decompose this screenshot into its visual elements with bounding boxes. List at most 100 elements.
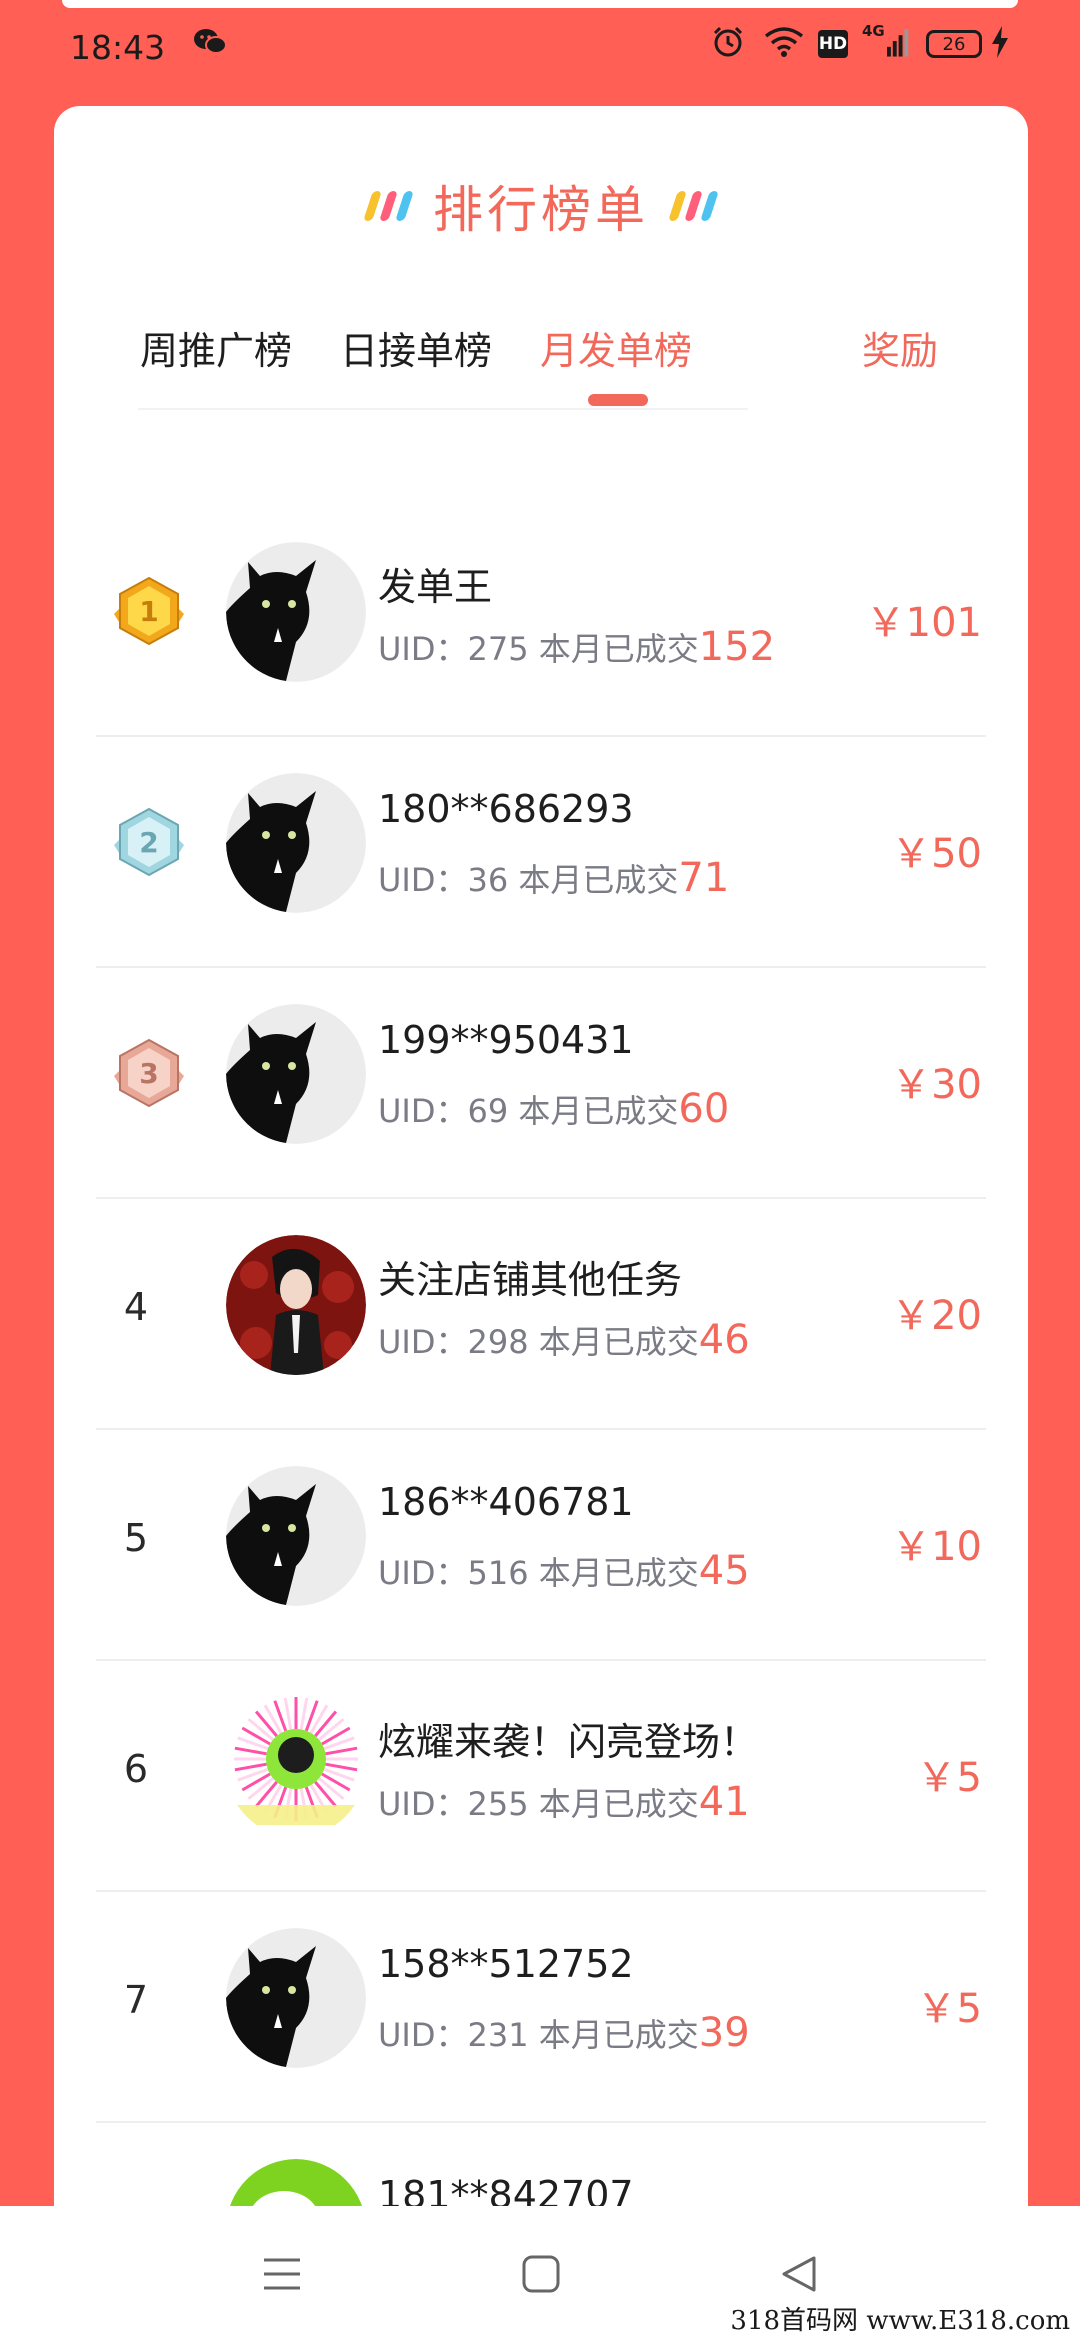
leaderboard-row[interactable]: 1 发单王 UID：275 本月已成交152 ￥101 [96, 506, 986, 737]
rank-number: 5 [123, 1516, 149, 1560]
uid-label: UID： [378, 861, 468, 899]
reward-amount: ￥101 [865, 600, 982, 646]
rank-number: 6 [123, 1747, 149, 1791]
uid-value: 275 [467, 630, 529, 668]
deals-label: 本月已成交 [528, 2016, 699, 2054]
wifi-icon [762, 22, 806, 62]
black-cat-avatar[interactable] [226, 542, 366, 682]
back-icon[interactable] [770, 2246, 826, 2302]
uid-value: 69 [467, 1092, 509, 1130]
leaderboard-row[interactable]: 2 180**686293 UID：36 本月已成交71 ￥50 [96, 737, 986, 968]
deals-label: 本月已成交 [508, 861, 679, 899]
deal-count: 41 [698, 1779, 750, 1825]
uid-value: 298 [467, 1323, 529, 1361]
uid-value: 255 [467, 1785, 529, 1823]
uid-label: UID： [378, 630, 468, 668]
page-title: 排行榜单 [433, 181, 649, 239]
user-stats: UID：36 本月已成交71 [378, 855, 729, 901]
svg-text:3: 3 [139, 1057, 158, 1090]
user-name: 180**686293 [378, 787, 634, 831]
leaderboard-row[interactable]: 3 199**950431 UID：69 本月已成交60 ￥30 [96, 968, 986, 1199]
title-decoration-left-icon [363, 191, 414, 221]
tab-weekly-promotion[interactable]: 周推广榜 [140, 320, 292, 375]
tab-monthly-orders[interactable]: 月发单榜 [540, 320, 692, 375]
rank-number: 4 [123, 1285, 149, 1329]
reward-amount: ￥20 [891, 1293, 982, 1339]
deals-label: 本月已成交 [528, 1554, 699, 1592]
title-row: 排行榜单 [54, 166, 1028, 246]
user-name: 158**512752 [378, 1942, 634, 1986]
silver-medal-icon: 2 [110, 805, 188, 883]
user-stats: UID：255 本月已成交41 [378, 1779, 750, 1825]
leaderboard-row[interactable]: 7 158**512752 UID：231 本月已成交39 ￥5 [96, 1892, 986, 2123]
gold-medal-icon: 1 [110, 574, 188, 652]
anime-character-avatar[interactable] [226, 1235, 366, 1375]
leaderboard-list: 1 发单王 UID：275 本月已成交152 ￥101 2 180**686293 UID：… [96, 506, 986, 2340]
uid-value: 36 [467, 861, 509, 899]
black-cat-avatar[interactable] [226, 1004, 366, 1144]
watermark: 318首码网 www.E318.com [730, 2306, 1070, 2336]
leaderboard-row[interactable]: 4 关注店铺其他任务 UID：298 本月已成交46 ￥20 [96, 1199, 986, 1430]
tab-daily-orders[interactable]: 日接单榜 [340, 320, 492, 375]
uid-label: UID： [378, 1785, 468, 1823]
uid-value: 516 [467, 1554, 529, 1592]
black-cat-avatar[interactable] [226, 773, 366, 913]
menu-icon[interactable] [254, 2246, 310, 2302]
reward-amount: ￥10 [891, 1524, 982, 1570]
deals-label: 本月已成交 [508, 1092, 679, 1130]
wechat-notification-icon [190, 22, 230, 62]
bronze-medal-icon: 3 [110, 1036, 188, 1114]
user-stats: UID：231 本月已成交39 [378, 2010, 750, 2056]
rank-number: 7 [123, 1978, 149, 2022]
leaderboard-row[interactable]: 6 炫耀来袭！闪亮登场！ UID：255 本月已成交41 ￥5 [96, 1661, 986, 1892]
user-name: 199**950431 [378, 1018, 634, 1062]
user-name: 关注店铺其他任务 [378, 1258, 683, 1302]
uid-label: UID： [378, 2016, 468, 2054]
user-stats: UID：69 本月已成交60 [378, 1086, 729, 1132]
user-stats: UID：516 本月已成交45 [378, 1548, 750, 1594]
signal-icon: 4G [862, 22, 910, 62]
network-type: 4G [862, 22, 885, 40]
tab-bar: 周推广榜 日接单榜 月发单榜 奖励 [54, 306, 1028, 406]
deals-label: 本月已成交 [528, 1785, 699, 1823]
status-bar: 18:43 HD 4G 26 [0, 14, 1080, 84]
alarm-icon [710, 22, 746, 62]
uid-label: UID： [378, 1092, 468, 1130]
deal-count: 60 [678, 1086, 730, 1132]
svg-text:1: 1 [139, 595, 158, 628]
tab-divider [138, 408, 748, 410]
uid-label: UID： [378, 1554, 468, 1592]
home-icon[interactable] [513, 2246, 569, 2302]
title-decoration-right-icon [668, 191, 719, 221]
black-cat-avatar[interactable] [226, 1466, 366, 1606]
battery-icon: 26 [926, 30, 982, 58]
active-tab-indicator [588, 394, 648, 406]
tab-rewards[interactable]: 奖励 [862, 320, 938, 375]
svg-text:2: 2 [139, 826, 158, 859]
deal-count: 71 [678, 855, 730, 901]
reward-amount: ￥5 [916, 1755, 982, 1801]
deal-count: 152 [698, 624, 776, 670]
uid-label: UID： [378, 1323, 468, 1361]
reward-amount: ￥5 [916, 1986, 982, 2032]
deal-count: 46 [698, 1317, 750, 1363]
user-name: 186**406781 [378, 1480, 634, 1524]
user-name: 炫耀来袭！闪亮登场！ [378, 1720, 759, 1764]
reward-amount: ￥30 [891, 1062, 982, 1108]
black-cat-avatar[interactable] [226, 1928, 366, 2068]
deals-label: 本月已成交 [528, 630, 699, 668]
uid-value: 231 [467, 2016, 529, 2054]
user-name: 发单王 [378, 565, 493, 609]
leaderboard-card: 排行榜单 周推广榜 日接单榜 月发单榜 奖励 1 发单王 UID：275 本月已成交… [54, 106, 1028, 2340]
charging-bolt-icon [988, 22, 1012, 62]
hd-badge: HD [818, 30, 848, 58]
user-stats: UID：298 本月已成交46 [378, 1317, 750, 1363]
deal-count: 45 [698, 1548, 750, 1594]
top-sheet-edge [62, 0, 1018, 8]
leaderboard-row[interactable]: 5 186**406781 UID：516 本月已成交45 ￥10 [96, 1430, 986, 1661]
burst-badge-avatar[interactable] [226, 1697, 366, 1837]
status-time: 18:43 [70, 28, 166, 67]
user-stats: UID：275 本月已成交152 [378, 624, 775, 670]
deals-label: 本月已成交 [528, 1323, 699, 1361]
deal-count: 39 [698, 2010, 750, 2056]
